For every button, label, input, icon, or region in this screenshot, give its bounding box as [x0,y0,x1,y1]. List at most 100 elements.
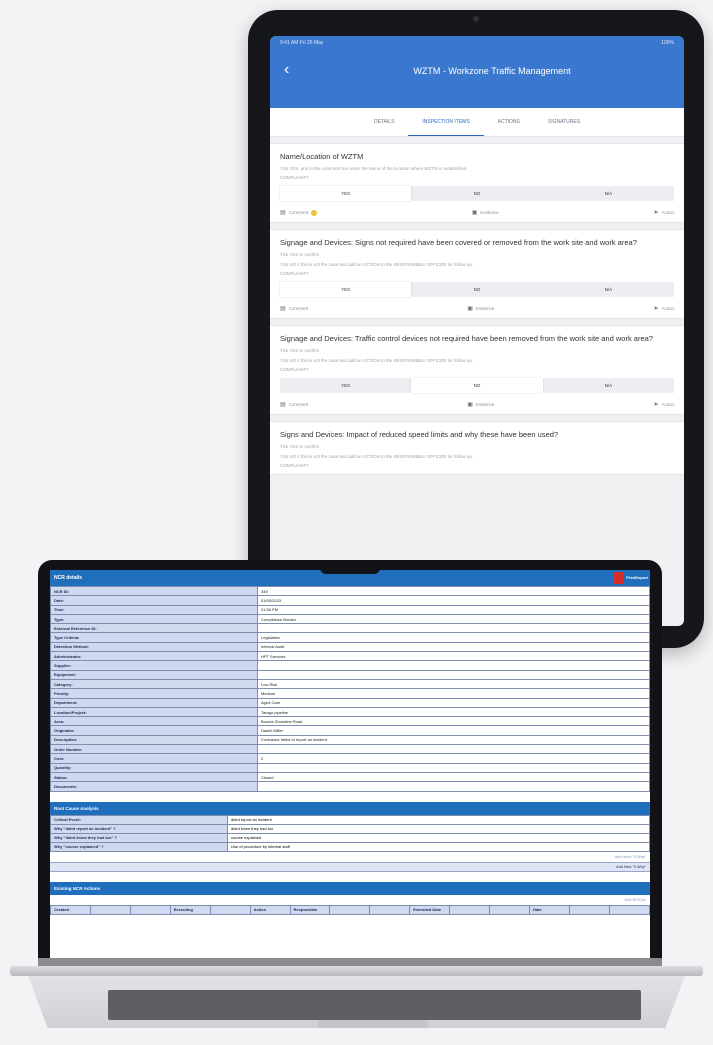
actions-column-header[interactable] [568,904,610,915]
option-no[interactable]: NO [411,378,543,393]
add-new-why-button[interactable]: Add New "5 Why" [50,861,650,872]
compliant-label: COMPLIANT? [280,271,309,276]
field-value: Internal Audit [257,641,650,653]
field-label: Documents: [50,781,258,792]
option-yes[interactable]: YES [280,378,411,393]
action-icon: ➤ [653,306,659,312]
why-value: course explained [227,832,650,843]
field-label: Category: [50,678,258,690]
ncr-field-row: Supplier: [50,660,650,671]
inspection-item: Signage and Devices: Signs not required … [270,229,684,319]
ncr-field-row: Location/Project: Tarago pipeline [50,706,650,718]
actions-header: Existing NCR Actions [50,881,650,895]
field-value [257,762,650,773]
inspection-item: Signs and Devices: Impact of reduced spe… [270,421,684,475]
field-value: Legislative [257,632,650,643]
action-button[interactable]: ➤ Action [653,401,674,408]
field-value: Medium [257,688,650,699]
comment-icon: ▤ [280,306,286,312]
hint-text: Tick YES to confirm [280,444,320,449]
ncr-field-row: NCR ID: 349 [50,585,650,597]
field-label: Department: [50,697,258,708]
tab-inspection-items[interactable]: INSPECTION ITEMS [408,108,484,136]
actions-column-header[interactable] [329,904,371,915]
field-label: External Reference ID: [50,623,258,634]
camera-notch [320,560,380,574]
camera-icon [473,16,479,22]
why-value: didnt know they had too [227,823,650,834]
field-value: Contractor failed to report an incident [257,734,650,746]
add-issue-link[interactable]: Add Issue "5 Why" [50,852,650,862]
keyboard-deck [28,976,685,1028]
comment-icon: ▤ [280,210,286,216]
why-label: Why "didnt report an incident" ? [50,823,228,834]
option-na[interactable]: N/A [543,282,674,297]
actions-column-header[interactable]: Responsible [289,904,331,915]
field-label: Location/Project: [50,706,258,718]
actions-column-header[interactable]: Created [50,904,91,915]
evidence-button[interactable]: ▣ Evidence [467,401,494,408]
compliant-label: COMPLIANT? [280,367,309,372]
pdf-icon[interactable] [614,572,624,584]
image-icon: ▣ [467,306,473,312]
ncr-title: NCR details [54,575,83,581]
actions-column-header[interactable] [489,904,531,915]
status-bar: 9:41 AM Fri 26 May 100% [280,40,674,50]
actions-column-header[interactable]: Date [529,904,570,915]
field-value: 01/05/2023 [257,595,650,606]
comment-button[interactable]: ▤ Comment [280,305,308,312]
ncr-field-row: Category: Low Risk [50,678,650,690]
field-label: Type: [50,613,258,625]
export-button[interactable]: PrintExport [626,570,648,586]
hint-text-2: Tick NO if this is not the case and add … [280,454,474,459]
actions-column-header[interactable] [129,904,171,915]
option-na[interactable]: N/A [543,378,674,393]
actions-column-header[interactable]: Action [249,904,291,915]
tab-actions[interactable]: ACTIONS [484,108,534,136]
actions-column-header[interactable]: Executing [169,904,211,915]
hint-text-2: Tick NO if this is not the case and add … [280,358,474,363]
action-button[interactable]: ➤ Action [653,209,674,216]
comment-badge-icon [311,209,318,216]
option-no[interactable]: NO [411,282,542,297]
actions-column-header[interactable] [608,904,650,915]
evidence-button[interactable]: ▣ Evidence [467,305,494,312]
actions-column-header[interactable] [369,904,411,915]
field-value [257,660,650,671]
field-label: Area: [50,716,258,727]
actions-column-header[interactable]: Extended Date [409,904,451,915]
ncr-field-row: Detection Method: Internal Audit [50,641,650,653]
actions-column-header[interactable] [89,904,131,915]
comment-button[interactable]: ▤ Comment [280,401,308,408]
status-time: 9:41 AM Fri 26 May [280,40,324,46]
item-footer: ▤ Comment ▣ Evidence ➤ Action [280,305,674,312]
field-label: Order Number: [50,744,258,755]
field-label: Status: [50,771,258,783]
option-na[interactable]: N/A [543,186,674,201]
field-value: Tarago pipeline [257,706,650,718]
compliance-selector: YES NO N/A [280,186,674,201]
root-cause-row: Why "didnt know they had too" ? course ex… [50,832,650,843]
option-yes[interactable]: YES [280,186,412,201]
actions-column-header[interactable] [449,904,491,915]
option-yes[interactable]: YES [280,282,412,297]
ncr-field-row: Cost: 0 [50,753,650,764]
evidence-button[interactable]: ▣ Evidence [472,209,499,216]
question-text: Signage and Devices: Traffic control dev… [280,334,653,343]
laptop-base [10,966,703,1036]
comment-button[interactable]: ▤ Comment [280,209,318,216]
field-value: Compliance Breach [257,613,650,625]
add-action-link[interactable]: Add NCR Ac [50,895,650,905]
actions-table: Created Executing Action Responsible Extende… [50,904,650,915]
item-footer: ▤ Comment ▣ Evidence ➤ Action [280,209,674,216]
why-value: Use of procedure by internal staff [227,841,650,852]
tab-signatures[interactable]: SIGNATURES [534,108,594,136]
tab-details[interactable]: DETAILS [360,108,408,136]
ncr-field-row: Administrator: HPT Services [50,651,650,662]
action-button[interactable]: ➤ Action [653,305,674,312]
actions-column-header[interactable] [209,904,251,915]
base-edge [10,966,703,976]
option-no[interactable]: NO [411,186,542,201]
field-value: Bourke Shoreline Road [257,716,650,727]
hint-text: Tick YES to confirm [280,252,320,257]
